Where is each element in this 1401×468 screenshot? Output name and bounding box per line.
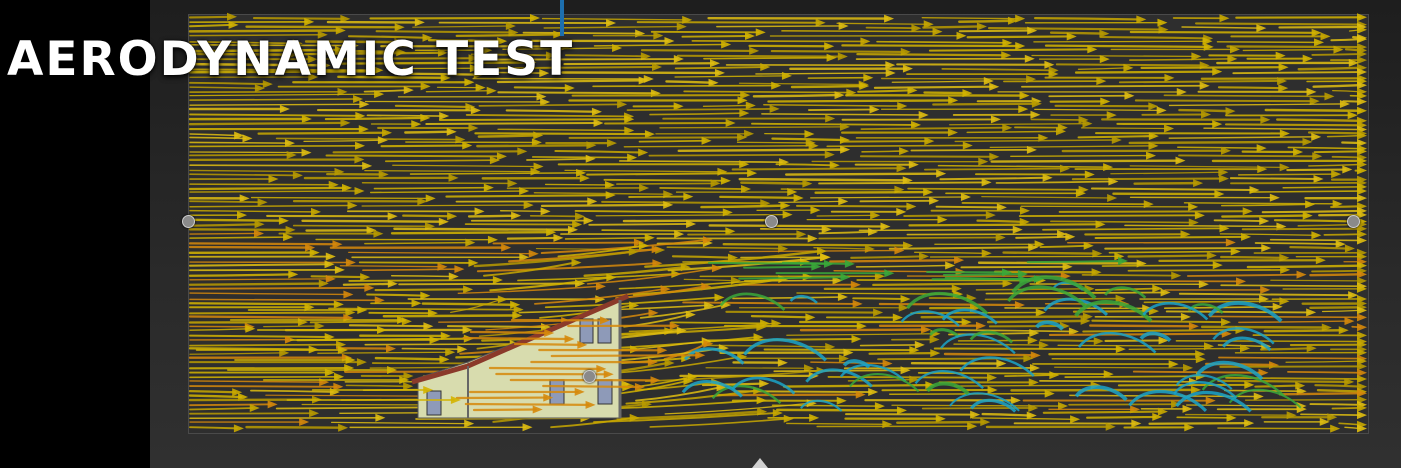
domain-handle-center[interactable]	[765, 215, 778, 228]
domain-handle-right[interactable]	[1347, 215, 1360, 228]
page-title: AERODYNAMIC TEST	[7, 32, 575, 87]
probe-handle[interactable]	[583, 370, 596, 383]
domain-handle-left[interactable]	[182, 215, 195, 228]
axis-z-icon[interactable]	[560, 0, 564, 36]
caret-up-icon[interactable]	[752, 458, 768, 468]
